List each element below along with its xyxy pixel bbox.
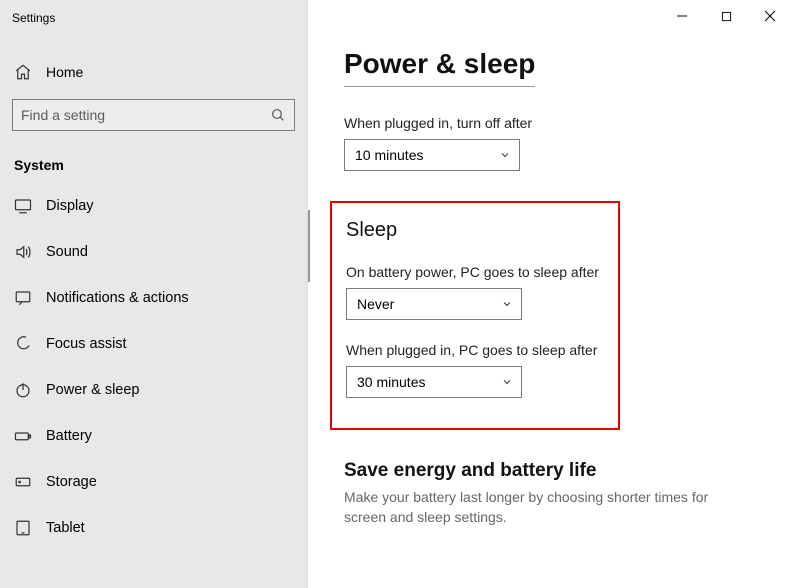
save-energy-sub: Make your battery last longer by choosin… bbox=[344, 488, 752, 527]
sidebar-item-storage[interactable]: Storage bbox=[0, 459, 307, 505]
sidebar: Settings Home System Display bbox=[0, 0, 308, 588]
screen-plugged-select[interactable]: 10 minutes bbox=[344, 139, 520, 171]
sound-icon bbox=[14, 243, 32, 261]
sleep-plugged-label: When plugged in, PC goes to sleep after bbox=[346, 342, 604, 358]
page-title: Power & sleep bbox=[344, 48, 535, 87]
sidebar-item-label: Display bbox=[46, 198, 94, 214]
save-energy-heading: Save energy and battery life bbox=[344, 460, 752, 482]
display-icon bbox=[14, 197, 32, 215]
sleep-battery-label: On battery power, PC goes to sleep after bbox=[346, 264, 604, 280]
main: Power & sleep When plugged in, turn off … bbox=[308, 0, 788, 588]
sleep-highlight: Sleep On battery power, PC goes to sleep… bbox=[330, 201, 620, 430]
sidebar-item-label: Sound bbox=[46, 244, 88, 260]
sidebar-item-label: Battery bbox=[46, 428, 92, 444]
sidebar-item-label: Tablet bbox=[46, 520, 85, 536]
sidebar-item-label: Power & sleep bbox=[46, 382, 140, 398]
chevron-down-icon bbox=[499, 149, 511, 161]
screen-plugged-value: 10 minutes bbox=[355, 147, 423, 163]
sidebar-item-display[interactable]: Display bbox=[0, 183, 307, 229]
tablet-icon bbox=[14, 519, 32, 537]
sidebar-item-notifications[interactable]: Notifications & actions bbox=[0, 275, 307, 321]
sidebar-item-label: Storage bbox=[46, 474, 97, 490]
sleep-battery-select[interactable]: Never bbox=[346, 288, 522, 320]
maximize-button[interactable] bbox=[716, 6, 736, 26]
sidebar-item-label: Focus assist bbox=[46, 336, 127, 352]
sleep-plugged-select[interactable]: 30 minutes bbox=[346, 366, 522, 398]
search-wrap bbox=[0, 91, 307, 139]
nav-list: Display Sound Notifications & actions Fo… bbox=[0, 183, 307, 551]
sidebar-item-power-sleep[interactable]: Power & sleep bbox=[0, 367, 307, 413]
home-icon bbox=[14, 63, 32, 81]
window-title: Settings bbox=[0, 8, 307, 35]
sidebar-item-tablet[interactable]: Tablet bbox=[0, 505, 307, 551]
minimize-button[interactable] bbox=[672, 6, 692, 26]
sleep-heading: Sleep bbox=[346, 219, 604, 242]
sidebar-item-focus-assist[interactable]: Focus assist bbox=[0, 321, 307, 367]
battery-icon bbox=[14, 427, 32, 445]
close-button[interactable] bbox=[760, 6, 780, 26]
home-label: Home bbox=[46, 64, 83, 80]
home-nav[interactable]: Home bbox=[0, 53, 307, 91]
search-icon bbox=[270, 107, 286, 123]
sidebar-item-label: Notifications & actions bbox=[46, 290, 189, 306]
focus-assist-icon bbox=[14, 335, 32, 353]
chevron-down-icon bbox=[501, 298, 513, 310]
search-box[interactable] bbox=[12, 99, 295, 131]
sleep-plugged-value: 30 minutes bbox=[357, 374, 425, 390]
scroll-indicator bbox=[308, 210, 310, 282]
chevron-down-icon bbox=[501, 376, 513, 388]
storage-icon bbox=[14, 473, 32, 491]
screen-plugged-label: When plugged in, turn off after bbox=[344, 115, 752, 131]
notifications-icon bbox=[14, 289, 32, 307]
power-icon bbox=[14, 381, 32, 399]
sleep-battery-value: Never bbox=[357, 296, 394, 312]
sidebar-item-sound[interactable]: Sound bbox=[0, 229, 307, 275]
search-input[interactable] bbox=[21, 107, 270, 123]
sidebar-item-battery[interactable]: Battery bbox=[0, 413, 307, 459]
window-controls bbox=[672, 6, 780, 26]
sidebar-section-label: System bbox=[0, 139, 307, 179]
